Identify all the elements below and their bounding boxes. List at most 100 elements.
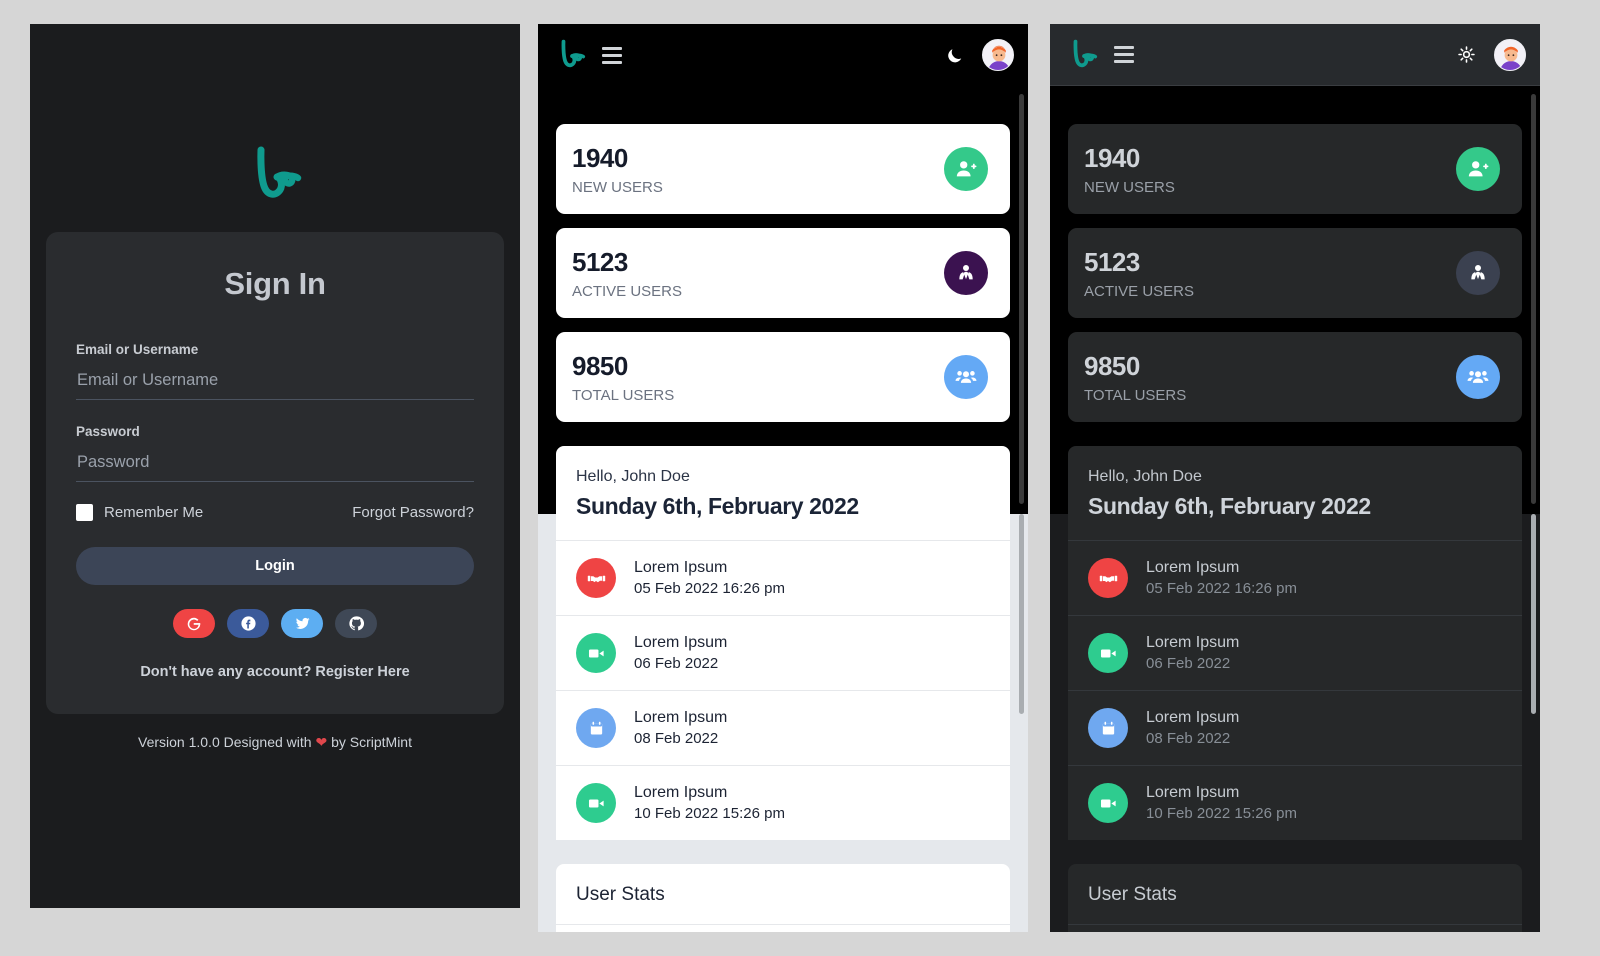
list-item[interactable]: Lorem Ipsum 06 Feb 2022 xyxy=(556,615,1010,690)
stat-label: TOTAL USERS xyxy=(572,386,675,404)
scrollbar-thumb-bottom[interactable] xyxy=(1019,514,1024,714)
chart-legend: # of User Registration # of Active Regis… xyxy=(1068,924,1522,932)
activity-title: Lorem Ipsum xyxy=(1146,634,1240,652)
stat-card-total-users[interactable]: 9850 TOTAL USERS xyxy=(1068,332,1522,422)
user-plus-icon xyxy=(944,147,988,191)
stat-label: ACTIVE USERS xyxy=(572,282,683,300)
forgot-password-link[interactable]: Forgot Password? xyxy=(352,504,474,521)
users-group-icon xyxy=(1456,355,1500,399)
hamburger-menu-icon[interactable] xyxy=(1114,46,1134,63)
login-button[interactable]: Login xyxy=(76,547,474,585)
remember-me-checkbox[interactable]: Remember Me xyxy=(76,504,203,521)
stat-card-new-users[interactable]: 1940 NEW USERS xyxy=(556,124,1010,214)
sun-icon[interactable] xyxy=(1457,45,1476,64)
activity-date: 06 Feb 2022 xyxy=(634,654,719,672)
version-footer: Version 1.0.0 Designed with ❤ by ScriptM… xyxy=(30,734,520,751)
user-stats-card: User Stats # of User Registration # of A… xyxy=(556,864,1010,932)
activity-date: 08 Feb 2022 xyxy=(1146,729,1231,747)
list-item[interactable]: Lorem Ipsum 08 Feb 2022 xyxy=(1068,690,1522,765)
list-item[interactable]: Lorem Ipsum 05 Feb 2022 16:26 pm xyxy=(556,540,1010,615)
greeting-card: Hello, John Doe Sunday 6th, February 202… xyxy=(1068,446,1522,540)
dashboard-dark-panel: 1940 NEW USERS 5123 ACTIVE USERS 9850 TO… xyxy=(1050,24,1540,932)
user-stats-card: User Stats # of User Registration # of A… xyxy=(1068,864,1522,932)
video-camera-icon xyxy=(576,783,616,823)
remember-row: Remember Me Forgot Password? xyxy=(76,504,474,521)
scrollbar-thumb-top[interactable] xyxy=(1531,94,1536,504)
version-suffix: by ScriptMint xyxy=(327,734,412,750)
activity-list-light: Lorem Ipsum 05 Feb 2022 16:26 pm Lorem I… xyxy=(556,540,1010,840)
activity-title: Lorem Ipsum xyxy=(634,559,728,577)
login-logo-container xyxy=(30,24,520,206)
twitter-login-button[interactable] xyxy=(281,609,323,638)
vine-logo[interactable] xyxy=(556,38,586,72)
user-tie-icon xyxy=(1456,251,1500,295)
heart-icon: ❤ xyxy=(315,734,328,750)
moon-icon[interactable] xyxy=(945,46,964,65)
activity-date: 06 Feb 2022 xyxy=(1146,654,1231,672)
remember-me-label: Remember Me xyxy=(104,504,204,521)
stat-number: 5123 xyxy=(572,247,628,278)
scrollbar-thumb-top[interactable] xyxy=(1019,94,1024,504)
calendar-icon xyxy=(576,708,616,748)
topbar-dark xyxy=(1050,24,1540,86)
facebook-icon xyxy=(240,616,256,631)
user-stats-title: User Stats xyxy=(576,884,665,905)
stat-number: 9850 xyxy=(1084,351,1140,382)
users-group-icon xyxy=(944,355,988,399)
activity-title: Lorem Ipsum xyxy=(1146,709,1240,727)
vine-logo[interactable] xyxy=(1068,38,1098,72)
facebook-login-button[interactable] xyxy=(227,609,269,638)
list-item[interactable]: Lorem Ipsum 06 Feb 2022 xyxy=(1068,615,1522,690)
dashboard-scroll-dark[interactable]: 1940 NEW USERS 5123 ACTIVE USERS 9850 TO… xyxy=(1050,86,1540,932)
hamburger-menu-icon[interactable] xyxy=(602,46,622,64)
stat-label: NEW USERS xyxy=(1084,178,1175,196)
activity-date: 05 Feb 2022 16:26 pm xyxy=(1146,579,1297,597)
vine-logo xyxy=(257,146,302,198)
topbar-light xyxy=(538,24,1028,86)
list-item[interactable]: Lorem Ipsum 10 Feb 2022 15:26 pm xyxy=(1068,765,1522,840)
list-item[interactable]: Lorem Ipsum 08 Feb 2022 xyxy=(556,690,1010,765)
video-camera-icon xyxy=(1088,633,1128,673)
scrollbar-thumb-bottom[interactable] xyxy=(1531,514,1536,714)
activity-title: Lorem Ipsum xyxy=(634,784,728,802)
activity-date: 08 Feb 2022 xyxy=(634,729,719,747)
stat-number: 1940 xyxy=(572,143,628,174)
register-link[interactable]: Don't have any account? Register Here xyxy=(76,664,474,680)
github-login-button[interactable] xyxy=(335,609,377,638)
password-label: Password xyxy=(76,424,140,439)
google-login-button[interactable] xyxy=(173,609,215,638)
list-item[interactable]: Lorem Ipsum 10 Feb 2022 15:26 pm xyxy=(556,765,1010,840)
greeting-date: Sunday 6th, February 2022 xyxy=(1088,493,1371,519)
login-panel: Sign In Email or Username Password Remem… xyxy=(30,24,520,908)
stat-card-active-users[interactable]: 5123 ACTIVE USERS xyxy=(1068,228,1522,318)
user-plus-icon xyxy=(1456,147,1500,191)
stat-card-active-users[interactable]: 5123 ACTIVE USERS xyxy=(556,228,1010,318)
video-camera-icon xyxy=(576,633,616,673)
checkbox-box[interactable] xyxy=(76,504,93,521)
greeting-card: Hello, John Doe Sunday 6th, February 202… xyxy=(556,446,1010,540)
handshake-icon xyxy=(1088,558,1128,598)
chart-legend: # of User Registration # of Active Regis… xyxy=(556,924,1010,932)
stat-number: 9850 xyxy=(572,351,628,382)
login-card: Sign In Email or Username Password Remem… xyxy=(46,232,504,714)
user-stats-title: User Stats xyxy=(1088,884,1177,905)
greeting-hello: Hello, John Doe xyxy=(1088,468,1202,485)
email-field-block: Email or Username xyxy=(76,342,474,400)
twitter-icon xyxy=(295,617,310,629)
google-icon xyxy=(187,617,201,630)
password-input[interactable] xyxy=(76,449,474,482)
user-avatar[interactable] xyxy=(982,39,1014,71)
version-prefix: Version 1.0.0 Designed with xyxy=(138,734,316,750)
stat-card-new-users[interactable]: 1940 NEW USERS xyxy=(1068,124,1522,214)
stat-number: 1940 xyxy=(1084,143,1140,174)
stat-card-total-users[interactable]: 9850 TOTAL USERS xyxy=(556,332,1010,422)
user-tie-icon xyxy=(944,251,988,295)
activity-title: Lorem Ipsum xyxy=(1146,784,1240,802)
list-item[interactable]: Lorem Ipsum 05 Feb 2022 16:26 pm xyxy=(1068,540,1522,615)
app-root: Sign In Email or Username Password Remem… xyxy=(0,0,1600,956)
dashboard-light-panel: 1940 NEW USERS 5123 ACTIVE USERS 9850 TO… xyxy=(538,24,1028,932)
user-avatar[interactable] xyxy=(1494,38,1526,71)
stat-label: TOTAL USERS xyxy=(1084,386,1187,404)
dashboard-scroll-light[interactable]: 1940 NEW USERS 5123 ACTIVE USERS 9850 TO… xyxy=(538,86,1028,932)
email-input[interactable] xyxy=(76,367,474,400)
